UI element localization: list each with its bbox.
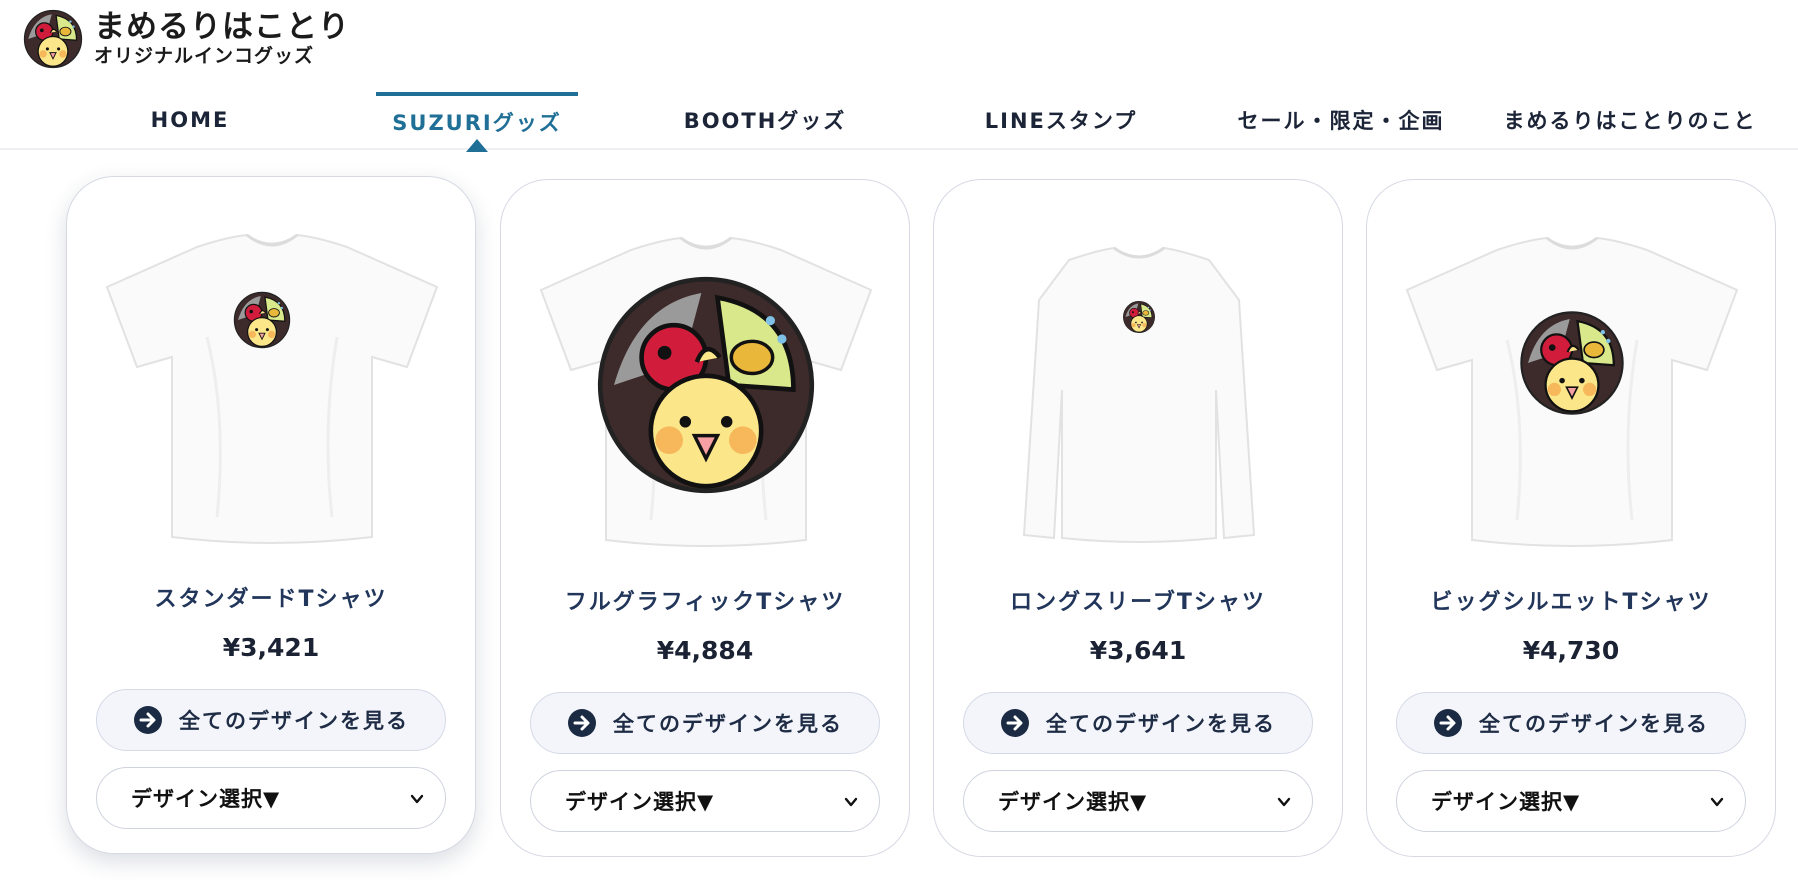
design-select-label: デザイン選択▼ [565,790,715,814]
design-select-label: デザイン選択▼ [998,790,1148,814]
product-price: ¥3,421 [222,633,320,662]
arrow-right-circle-icon [1433,708,1463,738]
arrow-right-circle-icon [567,708,597,738]
product-card[interactable]: ロングスリーブTシャツ ¥3,641 全てのデザインを見る デザイン選択▼ [933,179,1343,857]
view-all-designs-button[interactable]: 全てのデザインを見る [963,692,1313,754]
view-all-designs-label: 全てのデザインを見る [179,709,409,733]
product-name[interactable]: フルグラフィックTシャツ [501,584,909,616]
product-name[interactable]: ビッグシルエットTシャツ [1367,584,1775,616]
view-all-designs-label: 全てのデザインを見る [1479,712,1709,736]
product-card[interactable]: スタンダードTシャツ ¥3,421 全てのデザインを見る デザイン選択▼ [66,176,476,854]
chevron-down-icon [409,791,425,807]
chevron-down-icon [1709,794,1725,810]
product-card[interactable]: フルグラフィックTシャツ ¥4,884 全てのデザインを見る デザイン選択▼ [500,179,910,857]
tshirt-icon[interactable] [1387,220,1757,560]
site-header: まめるりはことり オリジナルインコグッズ HOME SUZURIグッズ BOOT… [0,0,1798,152]
chevron-down-icon [1276,794,1292,810]
nav-suzuri-label: SUZURIグッズ [392,111,562,135]
design-select[interactable]: デザイン選択▼ [1396,770,1746,832]
view-all-designs-button[interactable]: 全てのデザインを見る [530,692,880,754]
design-select-label: デザイン選択▼ [131,787,281,811]
view-all-designs-button[interactable]: 全てのデザインを見る [96,689,446,751]
product-price: ¥4,730 [1522,636,1620,665]
design-select-label: デザイン選択▼ [1431,790,1581,814]
tshirt-icon[interactable] [87,217,457,557]
product-name[interactable]: スタンダードTシャツ [67,581,475,613]
product-name[interactable]: ロングスリーブTシャツ [934,584,1342,616]
nav-suzuri[interactable]: SUZURIグッズ [376,92,578,152]
active-caret-icon [466,139,488,152]
site-logo[interactable]: まめるりはことり オリジナルインコグッズ [22,8,350,70]
nav-booth[interactable]: BOOTHグッズ [680,92,850,148]
arrow-right-circle-icon [133,705,163,735]
view-all-designs-button[interactable]: 全てのデザインを見る [1396,692,1746,754]
bird-logo-icon [22,8,84,70]
design-select[interactable]: デザイン選択▼ [963,770,1313,832]
view-all-designs-label: 全てのデザインを見る [1046,712,1276,736]
product-price: ¥3,641 [1089,636,1187,665]
nav-home[interactable]: HOME [120,92,260,148]
product-price: ¥4,884 [656,636,754,665]
product-card[interactable]: ビッグシルエットTシャツ ¥4,730 全てのデザインを見る デザイン選択▼ [1366,179,1776,857]
nav-line-stamp[interactable]: LINEスタンプ [966,92,1156,148]
view-all-designs-label: 全てのデザインを見る [613,712,843,736]
nav-about[interactable]: まめるりはことりのこと [1500,92,1760,148]
longsleeve-icon[interactable] [954,220,1324,560]
nav-sale[interactable]: セール・限定・企画 [1230,92,1452,148]
chevron-down-icon [843,794,859,810]
logo-text: まめるりはことり オリジナルインコグッズ [94,12,350,66]
tshirt-icon[interactable] [521,220,891,560]
main-nav: HOME SUZURIグッズ BOOTHグッズ LINEスタンプ セール・限定・… [0,92,1798,152]
brand-title: まめるりはことり [94,9,350,45]
design-select[interactable]: デザイン選択▼ [96,767,446,829]
arrow-right-circle-icon [1000,708,1030,738]
brand-subtitle: オリジナルインコグッズ [94,45,315,67]
design-select[interactable]: デザイン選択▼ [530,770,880,832]
